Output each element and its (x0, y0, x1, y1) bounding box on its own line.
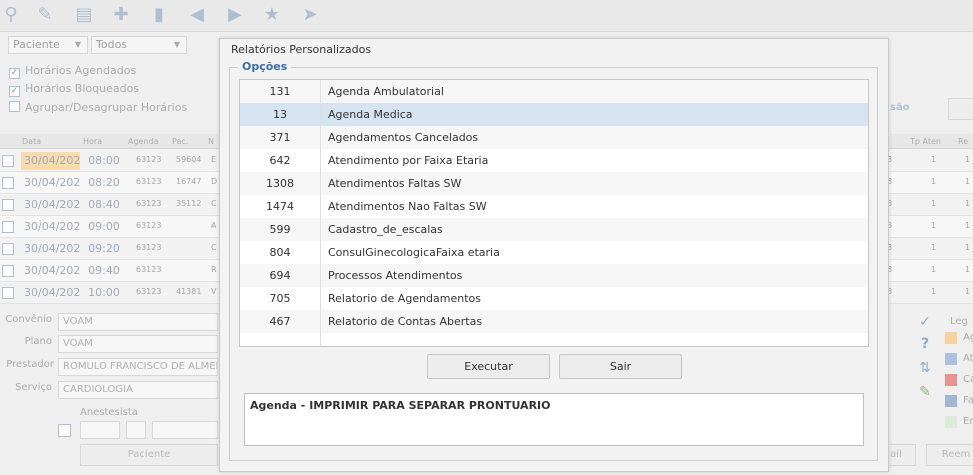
report-row[interactable]: 694 Processos Atendimentos (240, 264, 868, 287)
report-row[interactable]: 804 ConsulGinecologicaFaixa etaria (240, 241, 868, 264)
report-code: 1308 (266, 177, 294, 190)
report-row[interactable]: 599 Cadastro_de_escalas (240, 218, 868, 241)
report-code: 467 (269, 315, 291, 328)
report-code: 371 (269, 131, 291, 144)
report-row[interactable]: 1474 Atendimentos Nao Faltas SW (240, 195, 868, 218)
report-name: Processos Atendimentos (328, 269, 463, 282)
report-code: 599 (269, 223, 291, 236)
report-code: 705 (269, 292, 291, 305)
execute-button[interactable]: Executar (427, 354, 550, 379)
exit-button[interactable]: Sair (559, 354, 682, 379)
report-code: 804 (269, 246, 291, 259)
dialog-title: Relatórios Personalizados (231, 43, 372, 56)
report-description-box: Agenda - IMPRIMIR PARA SEPARAR PRONTUARI… (244, 393, 864, 446)
report-code: 694 (269, 269, 291, 282)
report-name: Relatorio de Contas Abertas (328, 315, 483, 328)
options-group-label: Opções (238, 60, 292, 73)
report-description: Agenda - IMPRIMIR PARA SEPARAR PRONTUARI… (250, 399, 551, 412)
reports-grid[interactable]: 131 Agenda Ambulatorial 13 Agenda Medica 371… (239, 79, 869, 347)
report-name: Atendimento por Faixa Etaria (328, 154, 489, 167)
grid-column-divider (320, 80, 321, 346)
report-name: Atendimentos Faltas SW (328, 177, 462, 190)
report-code: 642 (269, 154, 291, 167)
report-name: Cadastro_de_escalas (328, 223, 443, 236)
report-row[interactable]: 467 Relatorio de Contas Abertas (240, 310, 868, 333)
report-code: 13 (273, 108, 287, 121)
report-name: Relatorio de Agendamentos (328, 292, 482, 305)
report-name: Agendamentos Cancelados (328, 131, 479, 144)
report-name: Atendimentos Nao Faltas SW (328, 200, 487, 213)
report-row[interactable]: 13 Agenda Medica (240, 103, 868, 126)
report-name: ConsulGinecologicaFaixa etaria (328, 246, 500, 259)
report-row[interactable]: 705 Relatorio de Agendamentos (240, 287, 868, 310)
report-name: Agenda Medica (328, 108, 413, 121)
report-row[interactable]: 371 Agendamentos Cancelados (240, 126, 868, 149)
exit-button-label: Sair (609, 360, 632, 373)
report-row[interactable]: 642 Atendimento por Faixa Etaria (240, 149, 868, 172)
report-row[interactable]: 131 Agenda Ambulatorial (240, 80, 868, 103)
execute-button-label: Executar (464, 360, 513, 373)
report-code: 1474 (266, 200, 294, 213)
report-row[interactable]: 1308 Atendimentos Faltas SW (240, 172, 868, 195)
report-code: 131 (269, 85, 291, 98)
custom-reports-dialog: Relatórios Personalizados Opções 131 Agen… (219, 38, 889, 472)
report-name: Agenda Ambulatorial (328, 85, 444, 98)
